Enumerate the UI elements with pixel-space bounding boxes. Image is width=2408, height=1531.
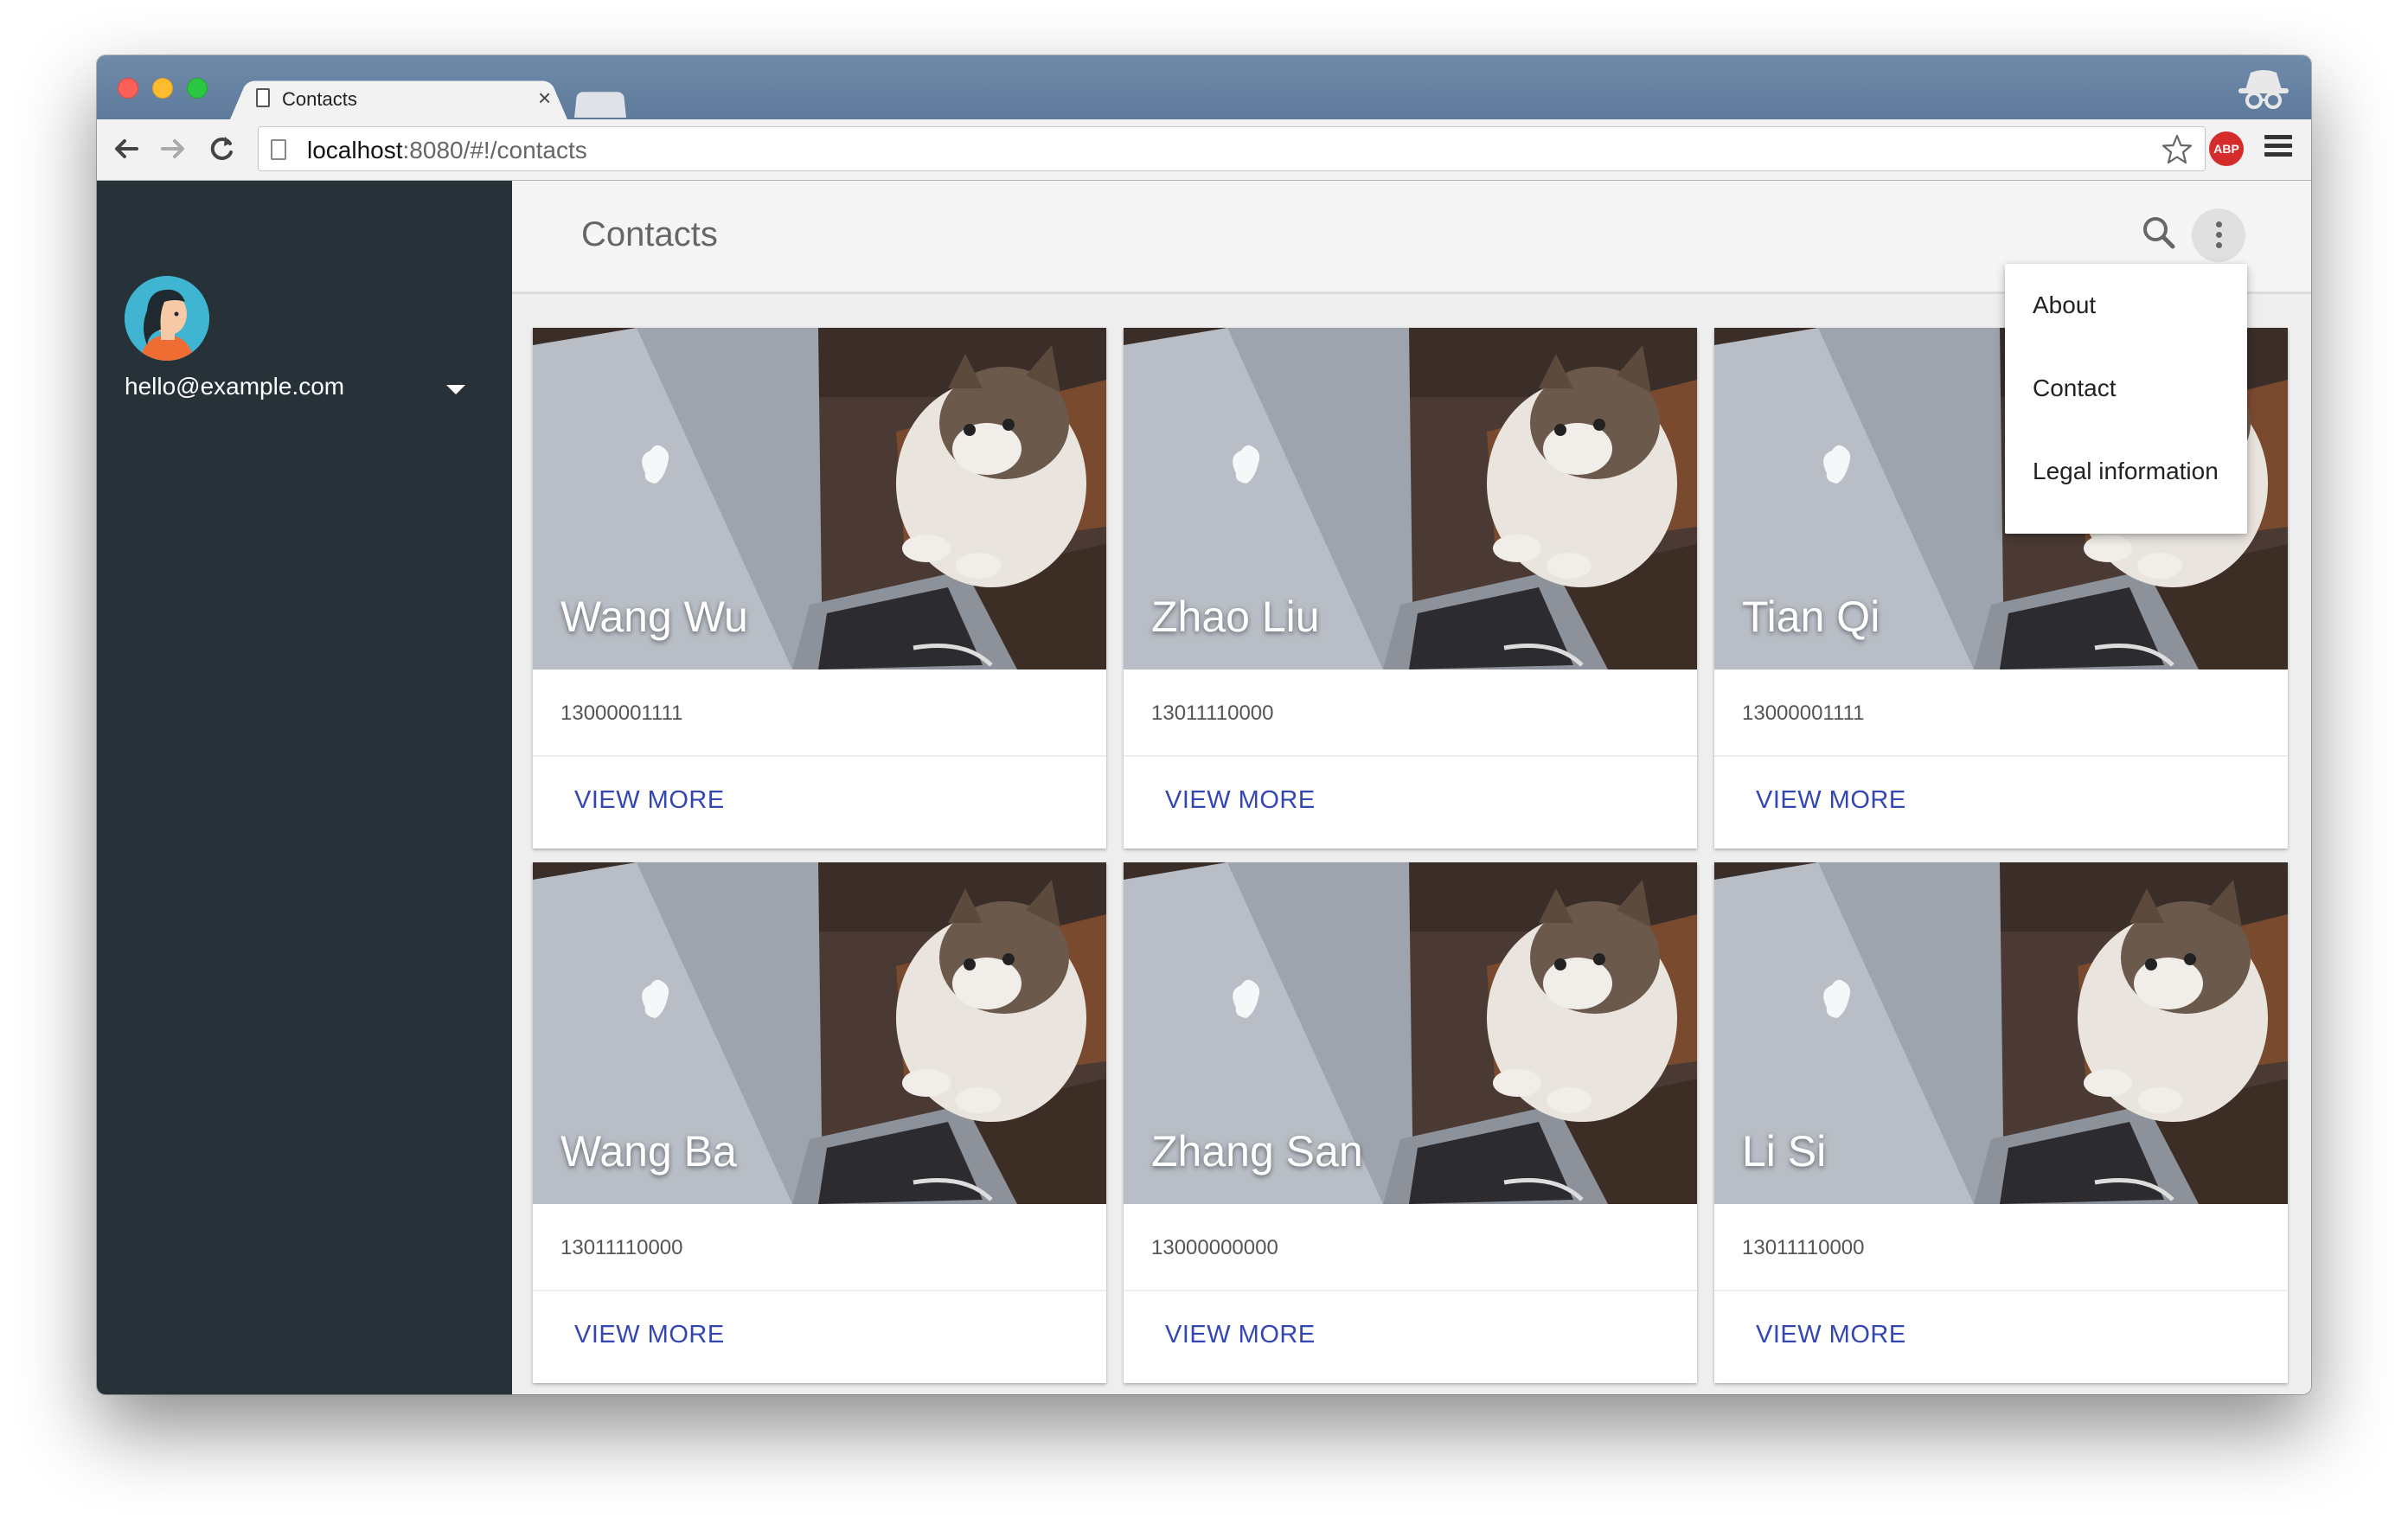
card-divider (533, 755, 1106, 757)
view-more-button[interactable]: VIEW MORE (574, 786, 725, 815)
contact-phone: 13000000000 (1151, 1236, 1278, 1259)
new-tab-button[interactable] (574, 92, 626, 118)
view-more-button[interactable]: VIEW MORE (1756, 786, 1906, 815)
minimize-window-button[interactable] (152, 78, 173, 99)
reload-icon[interactable] (204, 131, 239, 166)
more-vert-icon (2216, 221, 2222, 227)
adblock-extension-icon[interactable]: ABP (2209, 131, 2244, 166)
contact-card: Wang Ba 13011110000 VIEW MORE (533, 862, 1106, 1383)
menu-item-legal-information[interactable]: Legal information (2033, 458, 2219, 485)
contact-phone: 13000001111 (560, 701, 683, 725)
url-path: :8080/#!/contacts (402, 137, 587, 163)
account-dropdown-icon[interactable] (446, 385, 465, 394)
view-more-button[interactable]: VIEW MORE (1165, 786, 1316, 815)
overflow-menu: About Contact Legal information (2005, 264, 2247, 534)
contact-card: Zhao Liu 13011110000 VIEW MORE (1124, 328, 1697, 849)
document-icon (256, 88, 270, 107)
forward-arrow-icon[interactable] (156, 131, 190, 166)
contact-name: Wang Ba (560, 1127, 737, 1175)
contact-card-image: Zhao Liu (1124, 328, 1697, 669)
card-divider (533, 1290, 1106, 1291)
browser-menu-icon[interactable] (2264, 135, 2292, 163)
zoom-window-button[interactable] (187, 78, 208, 99)
url-text[interactable]: localhost:8080/#!/contacts (307, 137, 587, 164)
contact-card: Zhang San 13000000000 VIEW MORE (1124, 862, 1697, 1383)
user-avatar[interactable] (125, 276, 209, 361)
address-bar[interactable]: localhost:8080/#!/contacts (258, 126, 2206, 171)
contact-name: Tian Qi (1742, 593, 1880, 641)
contact-name: Zhang San (1151, 1127, 1363, 1175)
card-divider (1124, 1290, 1697, 1291)
contact-name: Li Si (1742, 1127, 1827, 1175)
card-divider (1714, 755, 2288, 757)
view-more-button[interactable]: VIEW MORE (574, 1321, 725, 1349)
browser-window: Contacts × localhost:8080/#!/contacts AB… (97, 55, 2311, 1394)
menu-item-contact[interactable]: Contact (2033, 375, 2117, 402)
tab-close-button[interactable]: × (538, 85, 551, 112)
contact-phone: 13011110000 (1151, 701, 1274, 725)
card-divider (1714, 1290, 2288, 1291)
view-more-button[interactable]: VIEW MORE (1756, 1321, 1906, 1349)
contact-card: Wang Wu 13000001111 VIEW MORE (533, 328, 1106, 849)
contact-card-image: Wang Ba (533, 862, 1106, 1204)
search-icon[interactable] (2138, 212, 2180, 253)
avatar-illustration-icon (125, 276, 209, 361)
page-icon (271, 139, 286, 160)
close-window-button[interactable] (118, 78, 138, 99)
back-arrow-icon[interactable] (109, 131, 144, 166)
contact-card-image: Wang Wu (533, 328, 1106, 669)
contact-name: Wang Wu (560, 593, 748, 641)
incognito-icon (2238, 70, 2289, 109)
page-title: Contacts (581, 215, 718, 253)
contact-card: Li Si 13011110000 VIEW MORE (1714, 862, 2288, 1383)
contact-phone: 13000001111 (1742, 701, 1865, 725)
view-more-button[interactable]: VIEW MORE (1165, 1321, 1316, 1349)
tab-bar: Contacts × (97, 55, 2311, 119)
browser-toolbar: localhost:8080/#!/contacts ABP (97, 119, 2311, 181)
card-divider (1124, 755, 1697, 757)
contact-card-image: Zhang San (1124, 862, 1697, 1204)
user-email: hello@example.com (125, 373, 345, 400)
menu-item-about[interactable]: About (2033, 291, 2096, 319)
contact-phone: 13011110000 (1742, 1236, 1865, 1259)
contact-phone: 13011110000 (560, 1236, 683, 1259)
tab-title: Contacts (282, 88, 357, 110)
tab-contacts-content[interactable]: Contacts × (256, 76, 567, 119)
url-host: localhost (307, 137, 403, 163)
contact-name: Zhao Liu (1151, 593, 1320, 641)
contact-card-image: Li Si (1714, 862, 2288, 1204)
bookmark-star-icon[interactable] (2160, 132, 2194, 167)
more-vert-button[interactable] (2192, 208, 2245, 262)
sidebar: hello@example.com (97, 181, 512, 1394)
